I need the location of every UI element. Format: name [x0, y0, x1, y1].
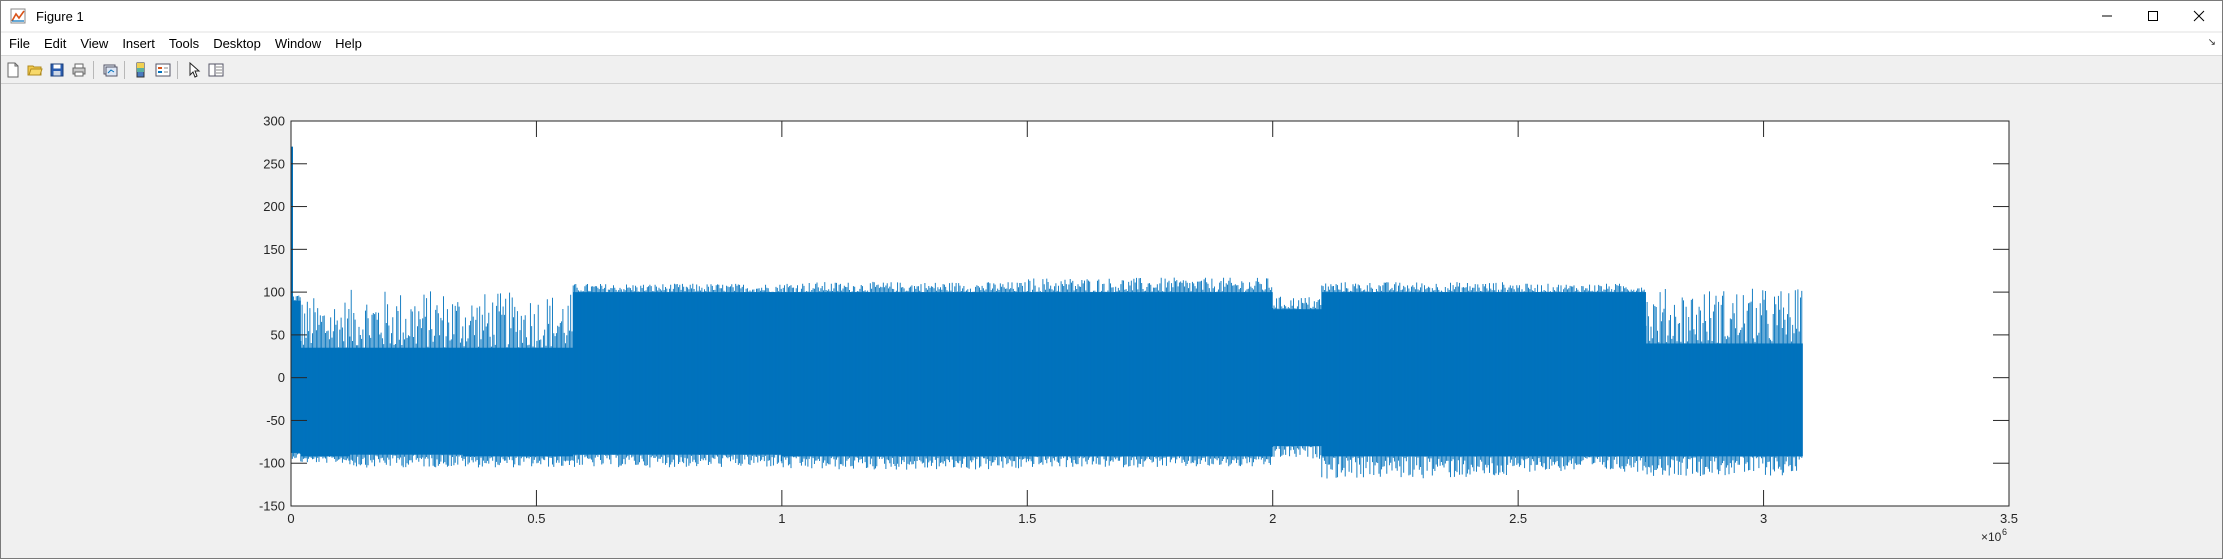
menu-tools[interactable]: Tools — [162, 33, 206, 55]
close-button[interactable] — [2176, 1, 2222, 31]
figure-canvas: 0 0.5 1 1.5 2 2.5 3 3.5 -150 -100 -50 0 50 100 150 200 2… — [1, 84, 2222, 558]
close-icon — [2193, 10, 2205, 22]
menu-window[interactable]: Window — [268, 33, 328, 55]
y-tick-label: -100 — [259, 456, 285, 471]
x-tick-label: 0.5 — [527, 511, 545, 526]
link-plot-icon — [103, 64, 118, 77]
series-spikes — [1026, 277, 1273, 468]
pointer-arrow-icon — [189, 62, 201, 78]
minimize-button[interactable] — [2084, 1, 2130, 31]
property-inspector-button[interactable] — [206, 60, 226, 80]
menu-help[interactable]: Help — [328, 33, 369, 55]
insert-legend-button[interactable] — [153, 60, 173, 80]
figure-window: Figure 1 File Edit View Insert Tools Des… — [0, 0, 2223, 559]
window-title: Figure 1 — [36, 8, 84, 24]
y-tick-label: 250 — [263, 156, 285, 171]
legend-icon — [155, 63, 171, 77]
print-icon — [72, 63, 86, 77]
x-tick-label: 2.5 — [1509, 511, 1527, 526]
menu-desktop[interactable]: Desktop — [206, 33, 268, 55]
folder-open-icon — [27, 65, 43, 76]
save-icon — [50, 63, 64, 77]
toolbar-separator — [93, 61, 94, 79]
menu-file[interactable]: File — [1, 33, 37, 55]
y-tick-label: 300 — [263, 114, 285, 129]
window-controls — [2084, 1, 2222, 31]
y-tick-label: 50 — [271, 327, 285, 342]
y-tick-label: 0 — [278, 370, 285, 385]
plot-svg: 0 0.5 1 1.5 2 2.5 3 3.5 -150 -100 -50 0 50 100 150 200 2… — [259, 114, 2018, 545]
minimize-icon — [2102, 15, 2112, 17]
property-inspector-icon — [208, 63, 224, 77]
x-exponent-power: 6 — [2002, 527, 2007, 537]
open-file-button[interactable] — [25, 60, 45, 80]
y-tick-label: 100 — [263, 285, 285, 300]
new-figure-button[interactable] — [3, 60, 23, 80]
toolbar-separator — [124, 61, 125, 79]
y-tick-label: 150 — [263, 242, 285, 257]
series-spikes — [572, 283, 782, 468]
insert-colorbar-button[interactable] — [131, 60, 151, 80]
edit-plot-button[interactable] — [184, 60, 204, 80]
title-bar: Figure 1 — [1, 1, 2222, 31]
x-exponent-label: ×10 — [1981, 530, 2002, 544]
colorbar-icon — [136, 62, 145, 78]
menu-view[interactable]: View — [73, 33, 115, 55]
series-spikes — [781, 281, 1027, 470]
x-tick-label: 1.5 — [1018, 511, 1036, 526]
link-plot-button[interactable] — [100, 60, 120, 80]
matlab-figure-icon — [10, 7, 28, 25]
x-tick-label: 2 — [1269, 511, 1276, 526]
toolbar-separator — [177, 61, 178, 79]
x-tick-label: 1 — [778, 511, 785, 526]
maximize-button[interactable] — [2130, 1, 2176, 31]
x-tick-label: 0 — [287, 511, 294, 526]
y-tick-label: 200 — [263, 199, 285, 214]
new-file-icon — [7, 62, 19, 78]
maximize-icon — [2148, 11, 2158, 21]
y-tick-label: -150 — [259, 499, 285, 514]
series-spikes — [1517, 283, 1646, 472]
dock-figure-icon[interactable]: ↘ — [2208, 37, 2216, 48]
save-button[interactable] — [47, 60, 67, 80]
x-tick-label: 3.5 — [2000, 511, 2018, 526]
menu-bar: File Edit View Insert Tools Desktop Wind… — [1, 33, 2222, 56]
figure-toolbar — [1, 57, 2222, 84]
y-tick-label: -50 — [266, 413, 285, 428]
menu-edit[interactable]: Edit — [37, 33, 73, 55]
x-tick-label: 3 — [1760, 511, 1767, 526]
menu-insert[interactable]: Insert — [115, 33, 162, 55]
print-button[interactable] — [69, 60, 89, 80]
